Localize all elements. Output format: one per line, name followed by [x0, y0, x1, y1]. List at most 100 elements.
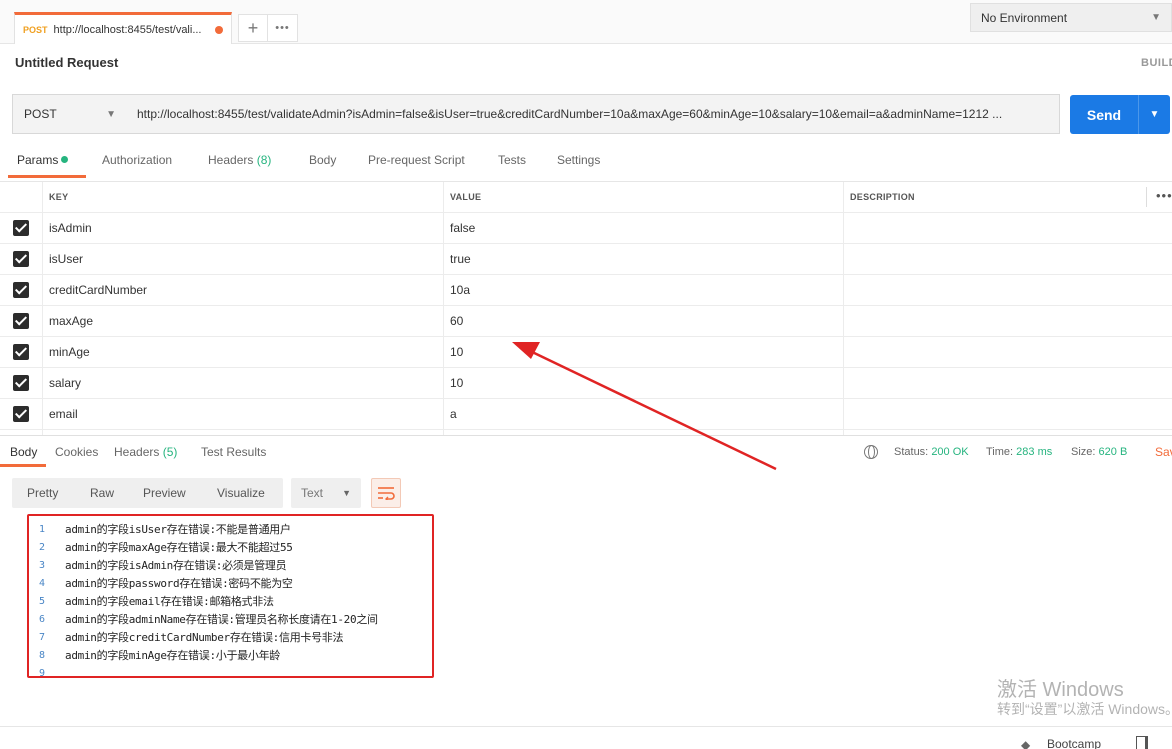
checkbox[interactable]	[13, 313, 29, 329]
params-table: KEY VALUE DESCRIPTION ••• isAdmin false …	[0, 181, 1172, 435]
tab-pre-request-script[interactable]: Pre-request Script	[368, 153, 465, 167]
param-key[interactable]: isUser	[43, 244, 444, 274]
line-number: 3	[39, 559, 46, 571]
checkbox[interactable]	[13, 406, 29, 422]
tab-headers[interactable]: Headers (8)	[208, 153, 271, 167]
send-button[interactable]: Send ▼	[1070, 95, 1170, 134]
tab-body[interactable]: Body	[309, 153, 336, 167]
tab-tests[interactable]: Tests	[498, 153, 526, 167]
time-readout: Time: 283 ms	[986, 446, 1052, 458]
table-row: creditCardNumber 10a	[0, 275, 1172, 306]
code-line: 6 admin的字段adminName存在错误:管理员名称长度请在1-20之间	[29, 610, 432, 628]
checkbox[interactable]	[13, 282, 29, 298]
method-select[interactable]: POST ▼	[12, 94, 128, 134]
send-label: Send	[1086, 106, 1122, 123]
tab-label: Params	[17, 153, 59, 167]
code-line: 3 admin的字段isAdmin存在错误:必须是管理员	[29, 556, 432, 574]
pretty-button[interactable]: Pretty	[27, 486, 58, 500]
params-active-dot-icon	[61, 156, 69, 163]
code-line: 7 admin的字段creditCardNumber存在错误:信用卡号非法	[29, 628, 432, 646]
tab-authorization[interactable]: Authorization	[102, 153, 172, 167]
send-options-chevron-icon[interactable]: ▼	[1139, 109, 1170, 120]
param-value[interactable]: 10	[444, 337, 844, 367]
format-toggle-group: Pretty Raw Preview Visualize	[12, 478, 283, 508]
tab-count: (8)	[256, 153, 272, 167]
raw-button[interactable]: Raw	[90, 486, 114, 500]
param-key[interactable]: salary	[43, 368, 444, 398]
param-value[interactable]: 10a	[444, 275, 844, 305]
param-key[interactable]: minAge	[43, 337, 444, 367]
time-label: Time:	[986, 446, 1014, 458]
tab-label: Headers	[114, 445, 160, 459]
url-input[interactable]: http://localhost:8455/test/validateAdmin…	[127, 94, 1060, 134]
status-value: 200 OK	[931, 446, 969, 458]
bootcamp-link[interactable]: Bootcamp	[1047, 737, 1101, 749]
plus-icon: +	[247, 17, 259, 38]
param-key[interactable]: email	[43, 399, 444, 429]
param-key[interactable]: creditCardNumber	[43, 275, 444, 305]
header-check-cell	[0, 182, 43, 212]
tab-params[interactable]: Params	[17, 153, 69, 167]
param-value[interactable]: false	[444, 213, 844, 243]
wrap-lines-button[interactable]	[371, 478, 401, 508]
param-value[interactable]: true	[444, 244, 844, 274]
visualize-button[interactable]: Visualize	[217, 486, 265, 500]
line-number: 2	[39, 541, 46, 553]
response-tab-headers[interactable]: Headers (5)	[114, 445, 177, 459]
response-tab-cookies[interactable]: Cookies	[55, 445, 98, 459]
response-tab-test-results[interactable]: Test Results	[201, 445, 266, 459]
row-checkbox-cell	[0, 213, 43, 243]
line-number: 8	[39, 649, 46, 661]
line-number: 5	[39, 595, 46, 607]
line-text: admin的字段minAge存在错误:小于最小年龄	[65, 649, 280, 662]
param-description[interactable]	[844, 368, 1172, 398]
tab-label: Authorization	[102, 153, 173, 167]
checkbox[interactable]	[13, 375, 29, 391]
request-tab[interactable]: POST http://localhost:8455/test/vali...	[14, 12, 232, 44]
response-tab-body[interactable]: Body	[10, 445, 37, 459]
environment-select[interactable]: No Environment ▼	[970, 3, 1172, 32]
format-select-label: Text	[301, 486, 324, 500]
checkbox[interactable]	[13, 251, 29, 267]
tab-count: (5)	[162, 445, 178, 459]
param-description[interactable]	[844, 213, 1172, 243]
param-value[interactable]: a	[444, 399, 844, 429]
more-tabs-button[interactable]: •••	[268, 14, 298, 42]
line-text: admin的字段creditCardNumber存在错误:信用卡号非法	[65, 631, 344, 644]
row-checkbox-cell	[0, 368, 43, 398]
globe-icon[interactable]	[864, 445, 878, 459]
table-row: email a	[0, 399, 1172, 430]
line-number: 7	[39, 631, 46, 643]
param-key[interactable]: maxAge	[43, 306, 444, 336]
book-icon[interactable]	[1136, 736, 1148, 749]
request-tabs: Params Authorization Headers (8) Body Pr…	[0, 150, 700, 178]
tab-url: http://localhost:8455/test/vali...	[53, 23, 202, 36]
method-label: POST	[24, 107, 57, 121]
param-value[interactable]: 10	[444, 368, 844, 398]
param-description[interactable]	[844, 306, 1172, 336]
line-number: 9	[39, 667, 46, 679]
row-checkbox-cell	[0, 306, 43, 336]
format-select[interactable]: Text ▼	[291, 478, 361, 508]
param-value[interactable]: 60	[444, 306, 844, 336]
line-text: admin的字段password存在错误:密码不能为空	[65, 577, 293, 590]
response-tabs: Body Cookies Headers (5) Test Results St…	[0, 435, 1172, 467]
build-button[interactable]: BUILD	[1141, 57, 1172, 69]
checkbox[interactable]	[13, 344, 29, 360]
tab-label: Headers	[208, 153, 254, 167]
tab-strip: POST http://localhost:8455/test/vali... …	[0, 0, 1172, 44]
param-description[interactable]	[844, 399, 1172, 429]
request-title[interactable]: Untitled Request	[15, 55, 118, 70]
param-key[interactable]: isAdmin	[43, 213, 444, 243]
param-description[interactable]	[844, 244, 1172, 274]
response-body[interactable]: 1 admin的字段isUser存在错误:不能是普通用户 2 admin的字段max…	[27, 514, 434, 679]
new-tab-button[interactable]: +	[238, 14, 268, 42]
param-description[interactable]	[844, 275, 1172, 305]
preview-button[interactable]: Preview	[143, 486, 186, 500]
tab-settings[interactable]: Settings	[557, 153, 600, 167]
checkbox[interactable]	[13, 220, 29, 236]
table-row: isAdmin false	[0, 213, 1172, 244]
column-options-icon[interactable]: •••	[1156, 188, 1172, 203]
param-description[interactable]	[844, 337, 1172, 367]
save-response-button[interactable]: Sav	[1155, 445, 1172, 459]
